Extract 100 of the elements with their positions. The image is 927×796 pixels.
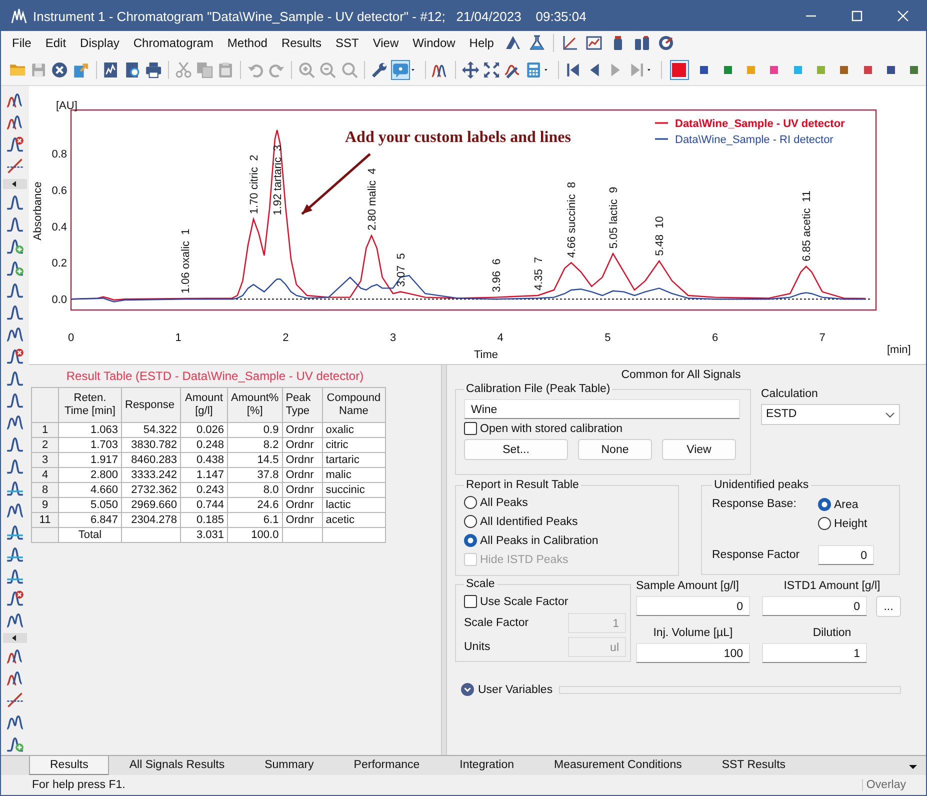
menu-item[interactable]: Results <box>274 34 328 52</box>
menu-item[interactable]: Window <box>406 34 462 52</box>
fit-icon[interactable] <box>482 61 500 79</box>
color-swatch[interactable] <box>908 63 921 77</box>
menu-item[interactable]: View <box>366 34 406 52</box>
menu-item[interactable]: SST <box>328 34 366 52</box>
color-swatch[interactable] <box>814 63 828 77</box>
peak-icon[interactable] <box>6 215 24 233</box>
chevron-down-icon[interactable] <box>885 412 895 418</box>
trend-chart-icon[interactable] <box>586 35 602 51</box>
color-swatch[interactable] <box>884 63 898 77</box>
menu-item[interactable]: Display <box>73 34 126 52</box>
double-peak-icon[interactable] <box>6 413 24 431</box>
collapse-icon[interactable] <box>3 633 27 643</box>
peak-add-icon[interactable] <box>6 735 24 753</box>
amount-field[interactable]: 0 <box>762 596 867 616</box>
tab[interactable]: SST Results <box>702 756 806 775</box>
line-graph-icon[interactable] <box>562 35 578 51</box>
peak-icon[interactable] <box>6 457 24 475</box>
menu-item[interactable]: Help <box>462 34 501 52</box>
dropdown-arrow-icon[interactable] <box>908 764 918 770</box>
menu-item[interactable]: Method <box>220 34 274 52</box>
tab[interactable]: Results <box>29 756 110 775</box>
report-icon[interactable] <box>102 61 120 79</box>
maximize-icon[interactable] <box>850 9 864 23</box>
browse-button[interactable]: ... <box>876 596 901 617</box>
export-icon[interactable] <box>72 61 90 79</box>
amount-field[interactable]: 0 <box>636 596 750 616</box>
color-swatch[interactable] <box>721 63 734 77</box>
color-swatch[interactable] <box>744 63 758 77</box>
peak-delete-icon[interactable] <box>6 135 24 153</box>
two-peaks-icon[interactable] <box>6 91 24 109</box>
radio-button[interactable] <box>464 515 477 528</box>
move-icon[interactable] <box>462 61 479 79</box>
radio-button[interactable] <box>464 496 477 509</box>
tab[interactable]: Performance <box>334 756 440 775</box>
peak-icon[interactable] <box>6 193 24 211</box>
calculation-dropdown[interactable]: ESTD <box>761 404 900 425</box>
help-icon[interactable] <box>392 61 409 79</box>
triangle-logo-icon[interactable] <box>504 35 521 51</box>
peak-add-icon[interactable] <box>6 259 24 277</box>
double-peak-icon[interactable] <box>6 611 24 629</box>
wrench-icon[interactable] <box>370 61 388 79</box>
radio-button[interactable] <box>818 517 831 530</box>
tick-label: 0.8 <box>52 148 67 161</box>
two-peaks-icon[interactable] <box>6 669 24 687</box>
color-swatch[interactable] <box>670 61 688 79</box>
double-peak-icon[interactable] <box>6 325 24 343</box>
slope-icon[interactable] <box>6 157 24 175</box>
close-icon[interactable] <box>896 9 910 23</box>
peak-delete-icon[interactable] <box>6 347 24 365</box>
color-swatch[interactable] <box>791 63 804 77</box>
tab[interactable]: Summary <box>244 756 334 775</box>
double-peak-icon[interactable] <box>6 713 24 731</box>
peak-baseline-icon[interactable] <box>6 567 24 585</box>
tab[interactable]: Integration <box>440 756 534 775</box>
peak-icon[interactable] <box>6 369 24 387</box>
table-cell: tartaric <box>322 452 386 468</box>
peak-add-icon[interactable] <box>6 237 24 255</box>
menu-item[interactable]: File <box>5 34 38 52</box>
radio-button[interactable] <box>464 534 477 547</box>
color-swatch[interactable] <box>838 63 851 77</box>
print-icon[interactable] <box>144 61 162 79</box>
peak-baseline-icon[interactable] <box>6 545 24 563</box>
checkbox[interactable] <box>464 422 477 435</box>
checkbox[interactable] <box>464 595 477 608</box>
dialog-button[interactable]: View <box>662 439 736 460</box>
close-icon[interactable] <box>51 61 68 79</box>
peak-icon[interactable] <box>6 281 24 299</box>
first-icon[interactable] <box>564 61 582 79</box>
print-preview-icon[interactable] <box>124 61 141 79</box>
peak-baseline-icon[interactable] <box>6 479 24 497</box>
double-peak-icon[interactable] <box>6 501 24 519</box>
tab[interactable]: Measurement Conditions <box>534 756 702 775</box>
calculator-icon[interactable] <box>524 61 542 79</box>
peak-icon[interactable] <box>6 303 24 321</box>
menu-item[interactable]: Chromatogram <box>126 34 220 52</box>
amount-field[interactable]: 100 <box>636 643 750 663</box>
dialog-button[interactable]: Set... <box>464 439 568 460</box>
peak-delete-icon[interactable] <box>6 589 24 607</box>
menu-item[interactable]: Edit <box>38 34 74 52</box>
slope-icon[interactable] <box>6 691 24 709</box>
response-factor-field[interactable]: 0 <box>818 545 874 565</box>
table-cell: 1.063 <box>58 422 122 438</box>
peak-icon[interactable] <box>6 391 24 409</box>
flask-icon[interactable] <box>528 35 545 51</box>
vials-icon[interactable] <box>634 35 650 51</box>
dialog-button[interactable]: None <box>578 439 652 460</box>
collapse-icon[interactable] <box>3 179 27 189</box>
table-cell: 0.185 <box>180 512 228 528</box>
two-peaks-icon[interactable] <box>6 113 24 131</box>
tab[interactable]: All Signals Results <box>109 756 245 775</box>
radio-button[interactable] <box>818 498 831 511</box>
chevron-icon[interactable] <box>461 683 474 696</box>
peak-baseline-icon[interactable] <box>6 523 24 541</box>
target-icon[interactable] <box>658 35 674 51</box>
amount-field[interactable]: 1 <box>762 643 867 663</box>
file-field[interactable]: Wine <box>464 399 740 419</box>
two-peaks-icon[interactable] <box>6 647 24 665</box>
peak-icon[interactable] <box>6 435 24 453</box>
